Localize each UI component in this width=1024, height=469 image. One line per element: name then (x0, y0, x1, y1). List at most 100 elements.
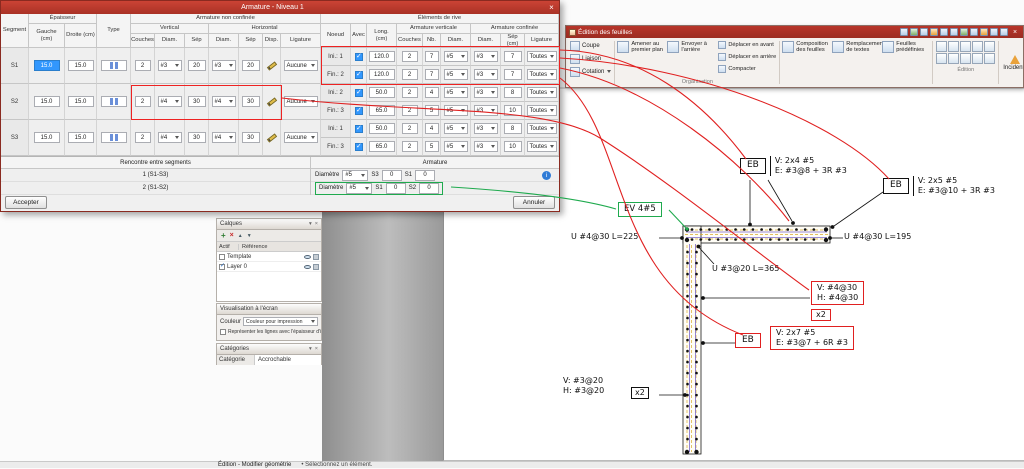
rive-couches-input[interactable]: 2 (401, 105, 418, 116)
confine-ligature-select[interactable]: Toutes (526, 141, 557, 152)
horizontal-sep-input[interactable]: 30 (241, 96, 260, 107)
predefined-sheets-button[interactable]: Feuilles prédéfinies (881, 39, 931, 86)
confine-diam-select[interactable]: #3 (473, 51, 498, 62)
avec-checkbox[interactable] (354, 142, 363, 151)
diametre-select[interactable]: #5 (346, 182, 373, 194)
move-tool-icon[interactable] (936, 53, 948, 64)
confine-ligature-select[interactable]: Toutes (526, 123, 557, 134)
disposition-edit-icon[interactable] (266, 60, 277, 71)
confine-ligature-select[interactable]: Toutes (526, 51, 557, 62)
rive-diam-select[interactable]: #5 (443, 105, 468, 116)
gauche-input[interactable]: 15.0 (33, 96, 60, 107)
droite-input[interactable]: 15.0 (67, 96, 94, 107)
titlebar-tool-icon[interactable] (990, 28, 998, 36)
rencontre-row-label[interactable]: 1 (S1-S3) (1, 169, 310, 182)
accept-button[interactable]: Accepter (5, 196, 47, 209)
rive-nb-input[interactable]: 7 (424, 69, 439, 80)
print-icon[interactable] (313, 253, 319, 260)
disposition-edit-icon[interactable] (266, 96, 277, 107)
print-icon[interactable] (313, 263, 319, 270)
titlebar-tool-icon[interactable] (960, 28, 968, 36)
confine-ligature-select[interactable]: Toutes (526, 69, 557, 80)
close-icon[interactable]: × (544, 1, 559, 14)
move-up-icon[interactable]: ▲ (238, 233, 243, 239)
long-input[interactable]: 65.0 (368, 105, 395, 116)
rive-couches-input[interactable]: 2 (401, 141, 418, 152)
mirror-tool-icon[interactable] (960, 53, 972, 64)
titlebar-tool-icon[interactable] (970, 28, 978, 36)
sheets-window-titlebar[interactable]: Édition des feuilles × (566, 26, 1023, 38)
confine-diam-select[interactable]: #3 (473, 123, 498, 134)
long-input[interactable]: 50.0 (368, 123, 395, 134)
gauche-input[interactable]: 15.0 (33, 132, 60, 143)
vertical-couches-input[interactable]: 2 (134, 60, 151, 71)
incidents-group[interactable]: Incidents (1000, 39, 1023, 86)
vertical-diam-select[interactable]: #3 (157, 60, 182, 71)
couleur-select[interactable]: Couleur pour impression (243, 317, 318, 326)
erase-tool-icon[interactable] (948, 41, 960, 52)
type-selector[interactable] (100, 96, 127, 107)
rencontre-value-input[interactable]: 0 (381, 169, 402, 181)
rive-diam-select[interactable]: #5 (443, 51, 468, 62)
diametre-select[interactable]: #5 (342, 169, 369, 181)
circle-tool-icon[interactable] (972, 41, 984, 52)
confine-sep-input[interactable]: 8 (503, 123, 522, 134)
sheet-composition-button[interactable]: Composition des feuilles (781, 39, 831, 86)
add-layer-icon[interactable]: + (221, 231, 226, 240)
rive-diam-select[interactable]: #5 (443, 87, 468, 98)
layer-row-template[interactable]: Template (217, 252, 321, 262)
avec-checkbox[interactable] (354, 124, 363, 133)
collapse-icon[interactable]: ▾ (309, 221, 312, 227)
vertical-sep-input[interactable]: 30 (187, 132, 206, 143)
layers-panel-header[interactable]: Calques ▾ × (217, 219, 321, 230)
vertical-diam-select[interactable]: #4 (157, 96, 182, 107)
categorie-value[interactable]: Accrochable (255, 357, 321, 363)
close-icon[interactable]: × (1010, 29, 1020, 36)
vertical-sep-input[interactable]: 20 (187, 60, 206, 71)
move-forward-button[interactable]: Déplacer en avant (716, 39, 778, 51)
ligature-select[interactable]: Aucune (283, 96, 318, 107)
vertical-couches-input[interactable]: 2 (134, 96, 151, 107)
close-icon[interactable]: × (315, 221, 318, 227)
coupe-button[interactable]: Coupe (568, 39, 613, 52)
rencontre-value-input[interactable]: 0 (415, 169, 436, 181)
move-down-icon[interactable]: ▼ (247, 233, 252, 239)
rotate-tool-icon[interactable] (984, 41, 996, 52)
compact-button[interactable]: Compacter (716, 63, 778, 75)
avec-checkbox[interactable] (354, 106, 363, 115)
rectangle-tool-icon[interactable] (960, 41, 972, 52)
titlebar-tool-icon[interactable] (1000, 28, 1008, 36)
cotation-button[interactable]: Cotation (568, 65, 613, 78)
gauche-input[interactable]: 15.0 (33, 60, 60, 71)
bring-to-front-button[interactable]: Amener au premier plan (616, 39, 666, 78)
confine-diam-select[interactable]: #3 (473, 69, 498, 80)
confine-diam-select[interactable]: #3 (473, 87, 498, 98)
rive-diam-select[interactable]: #5 (443, 141, 468, 152)
scale-tool-icon[interactable] (948, 53, 960, 64)
rive-couches-input[interactable]: 2 (401, 123, 418, 134)
delete-layer-icon[interactable]: × (230, 232, 234, 239)
draw-tool-icon[interactable] (936, 41, 948, 52)
rencontre-value-input[interactable]: 0 (385, 182, 406, 194)
visibility-icon[interactable] (304, 264, 311, 269)
titlebar-tool-icon[interactable] (930, 28, 938, 36)
titlebar-tool-icon[interactable] (940, 28, 948, 36)
disposition-edit-icon[interactable] (266, 132, 277, 143)
titlebar-tool-icon[interactable] (980, 28, 988, 36)
confine-sep-input[interactable]: 8 (503, 87, 522, 98)
thickness-checkbox[interactable] (220, 329, 226, 335)
rive-diam-select[interactable]: #5 (443, 69, 468, 80)
rive-nb-input[interactable]: 7 (424, 51, 439, 62)
wall-vertical[interactable] (682, 225, 702, 455)
visibility-icon[interactable] (304, 254, 311, 259)
vertical-diam-select[interactable]: #4 (157, 132, 182, 143)
avec-checkbox[interactable] (354, 88, 363, 97)
rive-couches-input[interactable]: 2 (401, 51, 418, 62)
titlebar-tool-icon[interactable] (910, 28, 918, 36)
confine-ligature-select[interactable]: Toutes (526, 105, 557, 116)
vertical-sep-input[interactable]: 30 (187, 96, 206, 107)
send-to-back-button[interactable]: Envoyer à l'arrière (666, 39, 716, 78)
avec-checkbox[interactable] (354, 70, 363, 79)
cancel-button[interactable]: Annuler (513, 196, 555, 209)
categories-panel-header[interactable]: Catégories ▾ × (217, 344, 321, 355)
